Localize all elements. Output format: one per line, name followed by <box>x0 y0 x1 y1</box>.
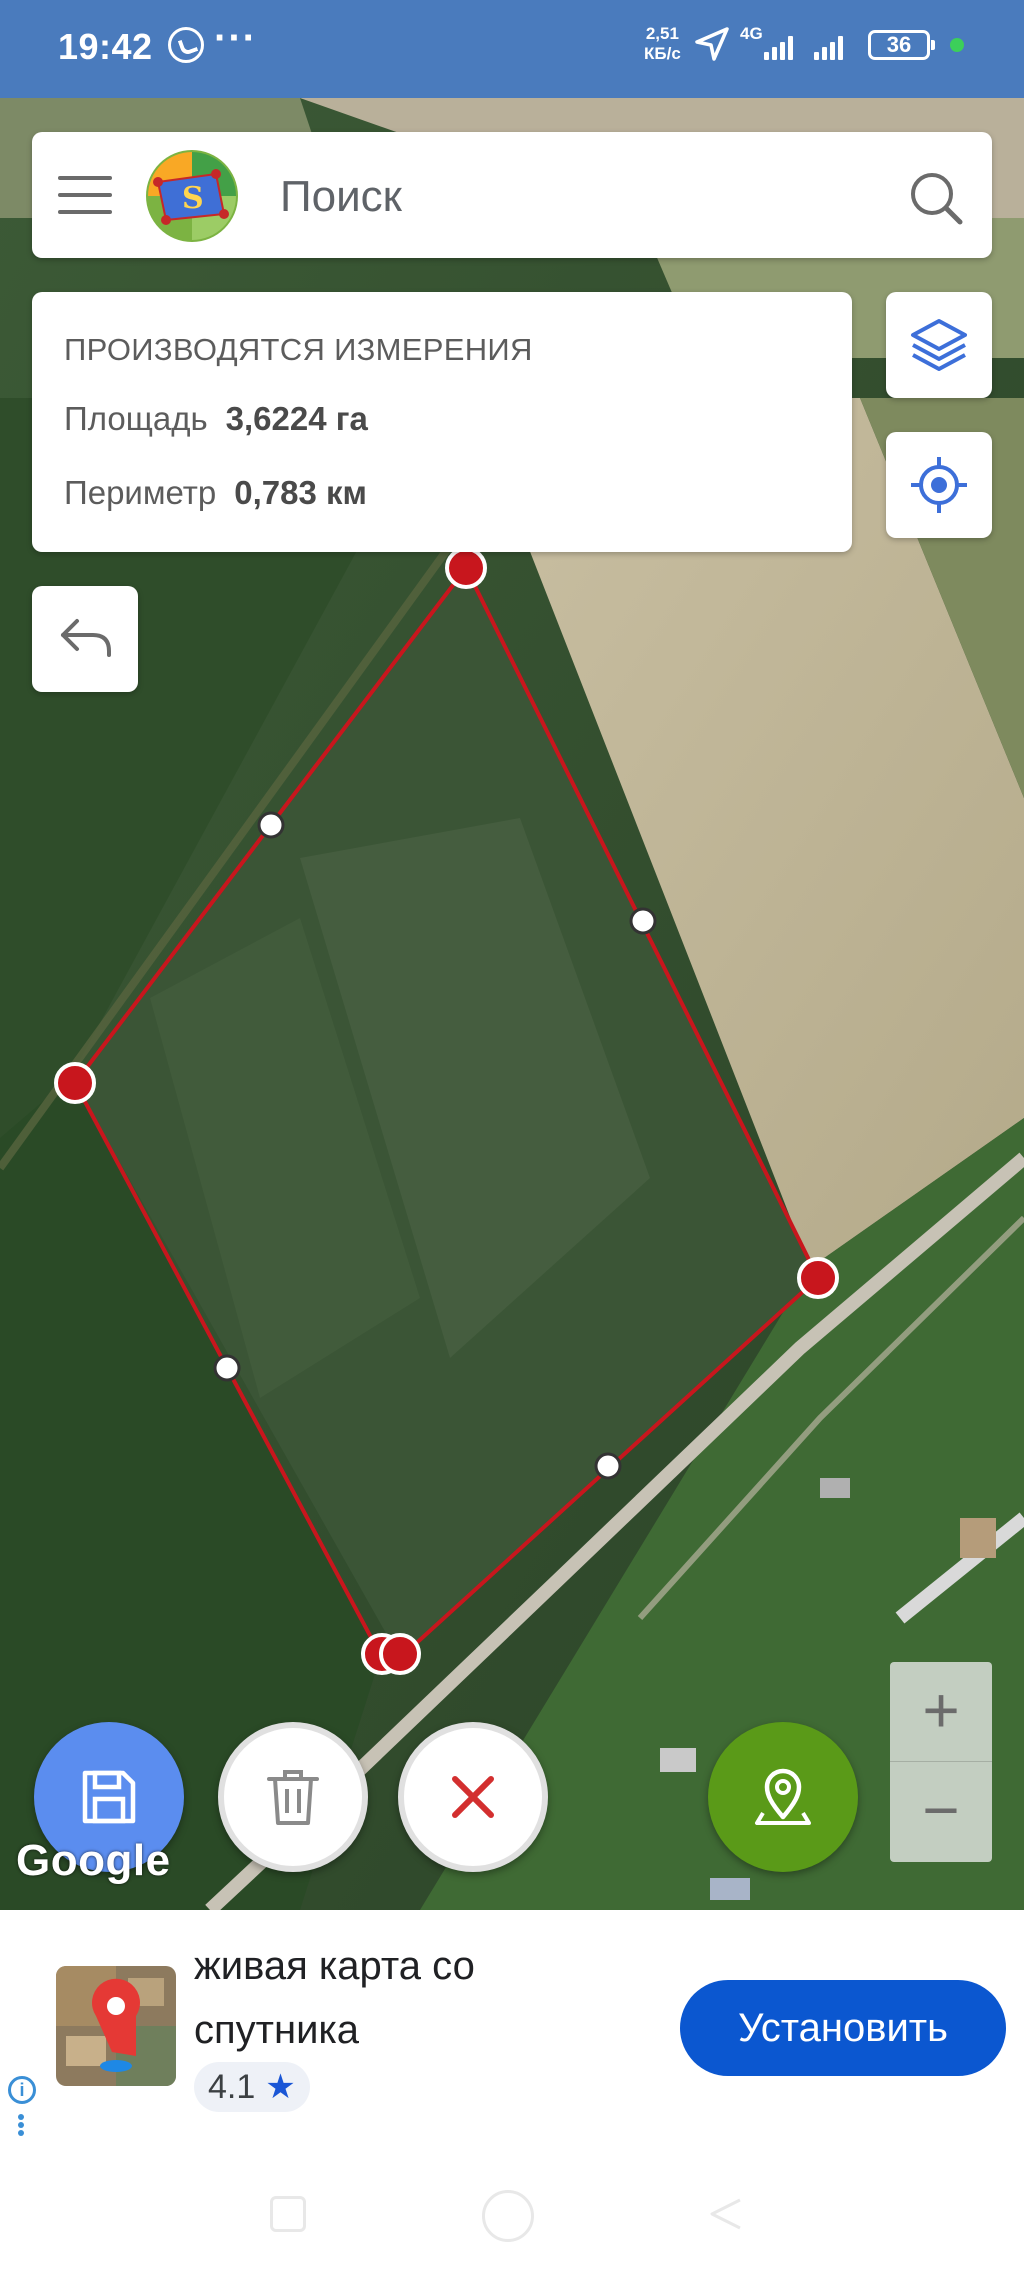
privacy-indicator <box>950 38 964 52</box>
status-bar: 19:42 ··· 2,51 КБ/с 4G 36 <box>0 0 1024 98</box>
back-button[interactable] <box>706 2194 746 2234</box>
undo-icon <box>61 619 111 657</box>
search-icon[interactable] <box>908 170 964 226</box>
signal-icon <box>764 34 798 60</box>
star-icon: ★ <box>265 2068 296 2106</box>
google-attribution: Google <box>16 1836 171 1885</box>
perimeter-row: Периметр 0,783 км <box>64 474 367 512</box>
save-icon <box>82 1770 136 1824</box>
measurement-panel: ПРОИЗВОДЯТСЯ ИЗМЕРЕНИЯ Площадь 3,6224 га … <box>32 292 852 552</box>
undo-button[interactable] <box>32 586 138 692</box>
add-point-icon <box>755 1768 811 1825</box>
ad-more-icon[interactable] <box>18 2114 24 2136</box>
vertex-handle <box>379 1633 421 1675</box>
ad-title[interactable]: живая карта со спутника <box>194 1934 614 2062</box>
layers-icon <box>911 319 967 371</box>
ad-rating: 4.1 ★ <box>194 2062 310 2112</box>
area-value: 3,6224 га <box>225 400 368 437</box>
whatsapp-icon <box>168 27 204 63</box>
my-location-icon <box>911 457 967 513</box>
recent-apps-button[interactable] <box>270 2196 306 2232</box>
midpoint-handle <box>594 1452 622 1480</box>
search-input[interactable]: Поиск <box>280 172 402 222</box>
midpoint-handle <box>257 811 285 839</box>
midpoint-handle <box>629 907 657 935</box>
menu-icon[interactable] <box>58 176 112 214</box>
vertex-handle <box>797 1257 839 1299</box>
svg-text:S: S <box>182 181 204 216</box>
location-arrow-icon <box>695 27 729 61</box>
area-row: Площадь 3,6224 га <box>64 400 368 438</box>
perimeter-value: 0,783 км <box>234 474 367 511</box>
zoom-controls: + − <box>890 1662 992 1862</box>
area-label: Площадь <box>64 400 208 437</box>
add-point-button[interactable] <box>708 1722 858 1872</box>
trash-icon <box>267 1770 319 1825</box>
install-button[interactable]: Установить <box>680 1980 1006 2076</box>
vertex-handle <box>445 547 487 589</box>
speed-value: 2,51 <box>645 24 679 43</box>
delete-button[interactable] <box>218 1722 368 1872</box>
system-nav-bar <box>0 2136 1024 2276</box>
speed-unit: КБ/с <box>644 44 681 63</box>
ad-info-icon[interactable]: i <box>8 2076 36 2104</box>
search-bar[interactable]: S Поиск <box>32 132 992 258</box>
signal-icon-2 <box>814 34 848 60</box>
layers-button[interactable] <box>886 292 992 398</box>
ad-app-icon[interactable] <box>56 1966 176 2086</box>
midpoint-handle <box>213 1354 241 1382</box>
network-type: 4G <box>740 24 763 43</box>
ad-rating-value: 4.1 <box>208 2068 256 2106</box>
more-dots-icon: ··· <box>214 16 257 60</box>
my-location-button[interactable] <box>886 432 992 538</box>
close-icon <box>452 1776 494 1818</box>
ad-banner[interactable]: живая карта со спутника 4.1 ★ i Установит… <box>0 1910 1024 2136</box>
zoom-out-button[interactable]: − <box>890 1762 992 1862</box>
app-logo: S <box>146 150 238 242</box>
zoom-in-button[interactable]: + <box>890 1662 992 1762</box>
vertex-handle <box>54 1062 96 1104</box>
measurement-title: ПРОИЗВОДЯТСЯ ИЗМЕРЕНИЯ <box>64 332 533 367</box>
status-time: 19:42 <box>58 26 153 67</box>
network-speed: 2,51 КБ/с <box>644 24 681 64</box>
perimeter-label: Периметр <box>64 474 217 511</box>
cancel-button[interactable] <box>398 1722 548 1872</box>
home-button[interactable] <box>482 2190 534 2242</box>
battery-icon: 36 <box>868 30 935 60</box>
